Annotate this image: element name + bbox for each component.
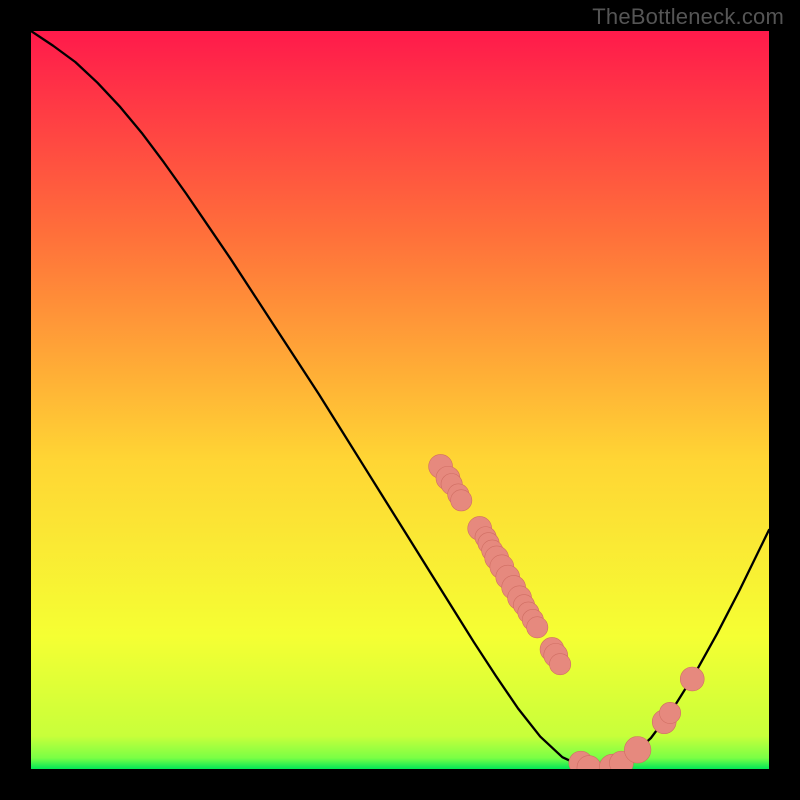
chart-plot [31,31,769,769]
chart-stage: TheBottleneck.com [0,0,800,800]
watermark-text: TheBottleneck.com [592,4,784,30]
data-marker [550,654,571,675]
chart-svg [31,31,769,769]
data-marker [659,702,680,723]
data-marker [624,737,651,764]
gradient-background [31,31,769,769]
data-marker [451,490,472,511]
data-marker [680,667,704,691]
data-marker [527,617,548,638]
